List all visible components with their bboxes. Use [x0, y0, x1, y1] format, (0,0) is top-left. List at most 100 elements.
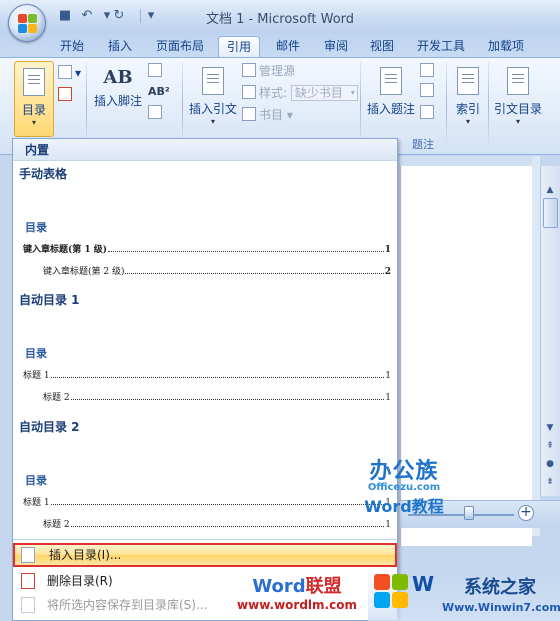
scrollbar-thumb[interactable] — [543, 198, 558, 228]
tab-review[interactable]: 审阅 — [316, 36, 356, 57]
word-tutorial-label: Word教程 — [364, 497, 444, 516]
dot-leader — [108, 251, 384, 252]
tab-developer[interactable]: 开发工具 — [410, 36, 472, 57]
ribbon-tabs: 开始 插入 页面布局 引用 邮件 审阅 视图 开发工具 加载项 — [0, 33, 560, 57]
remove-toc-label: 删除目录(R) — [47, 574, 113, 588]
officezu-watermark: 办公族 Officezu.com Word教程 — [354, 453, 454, 517]
insert-endnote-button[interactable] — [148, 62, 165, 80]
bibliography-label: 书目 — [259, 108, 284, 122]
bibliography-button[interactable]: 书目 ▾ — [242, 106, 293, 124]
update-figures-button[interactable] — [420, 82, 437, 100]
endnote-icon — [148, 63, 162, 77]
officezu-title: 办公族 — [369, 459, 439, 484]
dot-leader — [50, 377, 385, 378]
dot-leader — [125, 273, 384, 274]
style-icon — [242, 85, 256, 99]
next-footnote-button[interactable]: AB² — [148, 82, 170, 100]
preview-line: 标题 11 — [23, 367, 391, 381]
table-of-authorities-button[interactable]: 引文目录 ▾ — [490, 61, 546, 137]
windows-logo-icon — [374, 574, 410, 610]
insert-table-of-figures-button[interactable] — [420, 62, 437, 80]
scroll-down-icon[interactable]: ▼ — [540, 420, 560, 436]
zoom-in-icon[interactable]: + — [518, 505, 534, 521]
insert-caption-label: 插入题注 — [366, 102, 415, 116]
chevron-down-icon: ▾ — [210, 117, 215, 126]
preview-line: 键入章标题(第 2 级) 2 — [43, 263, 391, 277]
style-value: 缺少书目 — [294, 86, 343, 100]
insert-toc-icon — [21, 547, 35, 563]
next-footnote-icon: AB² — [148, 85, 170, 98]
insert-caption-button[interactable]: 插入题注 — [364, 61, 418, 137]
chevron-down-icon: ▾ — [31, 118, 36, 127]
title-bar: ■ ↶ ▾ ↻ ▾ 文档 1 - Microsoft Word — [0, 0, 560, 33]
style-select-row: 样式: 缺少书目 ▾ — [242, 84, 358, 102]
toc-button-label: 目录 — [21, 103, 46, 117]
preview-line: 标题 11 — [23, 494, 391, 508]
insert-citation-button[interactable]: 插入引文 ▾ — [186, 61, 240, 137]
table-of-figures-icon — [420, 63, 434, 77]
gallery-header: 内置 — [13, 139, 397, 161]
preview-line: 标题 2 1 — [43, 389, 391, 403]
window-title: 文档 1 - Microsoft Word — [205, 12, 355, 27]
cross-reference-button[interactable] — [420, 104, 437, 122]
win7-title: 系统之家 — [464, 577, 536, 598]
toc-gallery-item-auto-2[interactable]: 目录 标题 11 标题 2 1 — [19, 436, 391, 538]
preview-page-number: 1 — [384, 245, 391, 255]
wordlm-url: www.wordlm.com — [237, 598, 357, 612]
wordlm-watermark: Word联盟 www.wordlm.com — [232, 572, 362, 612]
update-figures-icon — [420, 83, 434, 97]
scroll-up-icon[interactable]: ▲ — [540, 182, 560, 198]
tab-references[interactable]: 引用 — [218, 36, 260, 57]
zoom-slider-thumb[interactable] — [464, 506, 474, 520]
manage-sources-button[interactable]: 管理源 — [242, 62, 295, 80]
tab-mailings[interactable]: 邮件 — [268, 36, 308, 57]
insert-footnote-button[interactable]: AB 插入脚注 — [92, 61, 144, 137]
tab-view[interactable]: 视图 — [362, 36, 402, 57]
section-title-auto-2: 自动目录 2 — [19, 420, 80, 434]
group-separator — [360, 62, 361, 150]
cross-reference-icon — [420, 105, 434, 119]
captions-group-label: 题注 — [412, 138, 434, 151]
show-notes-icon — [148, 105, 162, 119]
insert-toc-menu-item[interactable]: 插入目录(I)... — [13, 543, 397, 567]
tab-page-layout[interactable]: 页面布局 — [148, 36, 212, 57]
wordlm-cn: 联盟 — [305, 576, 342, 597]
group-separator — [182, 62, 183, 150]
office-button[interactable] — [8, 4, 46, 42]
remove-toc-icon — [21, 573, 35, 589]
previous-page-icon[interactable]: ⇞ — [540, 438, 560, 454]
tab-home[interactable]: 开始 — [52, 36, 92, 57]
preview-line-text: 键入章标题(第 2 级) — [43, 267, 125, 277]
next-page-icon[interactable]: ⇟ — [540, 474, 560, 490]
manage-sources-label: 管理源 — [259, 64, 296, 78]
page-margin — [532, 156, 540, 536]
preview-page-number: 1 — [385, 371, 391, 381]
toc-gallery-item-manual[interactable]: 目录 键入章标题(第 1 级) 1 键入章标题(第 2 级) 2 — [19, 183, 391, 285]
update-table-icon — [58, 87, 72, 101]
preview-line-text: 标题 2 — [43, 393, 70, 403]
insert-toc-label: 插入目录(I)... — [49, 548, 122, 562]
group-separator — [488, 62, 489, 150]
style-select[interactable]: 缺少书目 ▾ — [290, 85, 358, 101]
update-table-button[interactable] — [58, 86, 75, 104]
style-label: 样式: — [259, 86, 288, 100]
insert-citation-label: 插入引文 — [188, 102, 237, 116]
tab-addins[interactable]: 加载项 — [478, 36, 534, 57]
add-text-icon — [58, 65, 72, 79]
show-notes-button[interactable] — [148, 104, 165, 122]
chevron-down-icon: ▾ — [465, 117, 470, 126]
chevron-down-icon: ▾ — [350, 88, 355, 97]
group-separator — [86, 62, 87, 150]
index-button[interactable]: 索引 ▾ — [450, 61, 486, 137]
toc-dropdown-menu: 内置 手动表格 目录 键入章标题(第 1 级) 1 键入章标题(第 2 级) 2 自… — [12, 138, 398, 621]
select-browse-object-icon[interactable]: ● — [540, 456, 560, 472]
tab-insert[interactable]: 插入 — [100, 36, 140, 57]
preview-heading: 目录 — [25, 474, 47, 487]
preview-line-text: 标题 1 — [23, 498, 50, 508]
toc-button[interactable]: 目录 ▾ — [14, 61, 54, 137]
table-of-authorities-label: 引文目录 — [493, 102, 542, 116]
toc-gallery-item-auto-1[interactable]: 目录 标题 1 1 标题 2 1 — [19, 309, 391, 411]
preview-page-number: 1 — [385, 520, 391, 530]
add-text-button[interactable]: ▾ — [58, 64, 81, 82]
caption-icon — [380, 67, 402, 95]
